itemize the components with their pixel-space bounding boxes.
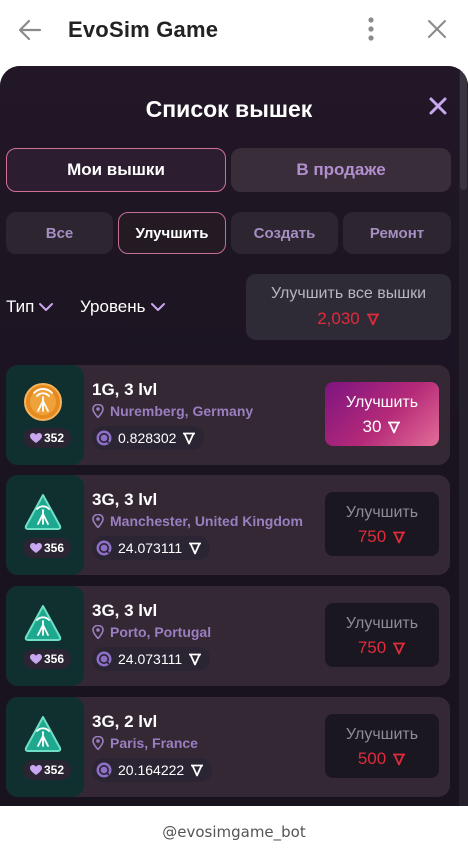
tower-hp-badge: 352 [23, 760, 71, 780]
currency-v-icon [393, 531, 406, 543]
tower-upgrade-button[interactable]: Улучшить 30 [325, 382, 439, 446]
tower-card: 356 3G, 3 lvl Porto, Portugal 24.073111 … [6, 586, 450, 686]
heart-icon [29, 542, 42, 553]
tower-yield: 0.828302 [92, 426, 205, 450]
currency-v-icon [191, 764, 204, 776]
currency-v-icon [189, 542, 202, 554]
filter-upgrade-button[interactable]: Улучшить [118, 212, 226, 254]
modal-title: Список вышек [145, 96, 313, 122]
kebab-menu-icon[interactable] [361, 15, 381, 43]
tower-title: 1G, 3 lvl [92, 380, 158, 399]
tower-icon-box: 356 [6, 586, 84, 686]
tab-on-sale[interactable]: В продаже [231, 148, 451, 192]
chevron-down-icon [39, 303, 54, 311]
currency-v-icon [183, 432, 196, 444]
upgrade-label: Улучшить [345, 726, 419, 743]
arrow-left-icon[interactable] [16, 16, 44, 44]
teal-antenna-icon [24, 716, 62, 752]
teal-antenna-icon [24, 494, 62, 530]
tower-yield: 20.164222 [92, 758, 213, 782]
upgrade-label: Улучшить [345, 394, 419, 411]
tower-upgrade-button[interactable]: Улучшить 750 [325, 603, 439, 667]
coin-icon [96, 540, 112, 556]
heart-icon [29, 764, 42, 775]
upgrade-all-button[interactable]: Улучшить все вышки 2,030 [246, 274, 451, 340]
tower-card: 352 3G, 2 lvl Paris, France 20.164222 Ул… [6, 697, 450, 797]
chevron-down-icon [150, 303, 165, 311]
tower-upgrade-button[interactable]: Улучшить 750 [325, 492, 439, 556]
sort-level-dropdown[interactable]: Уровень [80, 297, 166, 317]
upgrade-label: Улучшить [345, 615, 419, 632]
filter-create-button[interactable]: Создать [231, 212, 338, 254]
tower-hp: 356 [43, 541, 65, 555]
teal-antenna-icon [24, 605, 62, 641]
filter-repair-button[interactable]: Ремонт [343, 212, 451, 254]
tower-title: 3G, 3 lvl [92, 601, 158, 620]
sort-type-label: Тип [6, 297, 35, 316]
tower-location: Manchester, United Kingdom [92, 513, 303, 529]
close-icon[interactable] [424, 16, 450, 42]
tower-location: Porto, Portugal [92, 624, 211, 640]
upgrade-price: 30 [325, 417, 439, 437]
tower-yield: 24.073111 [92, 536, 211, 560]
tower-hp-badge: 356 [23, 649, 71, 669]
tower-hp-badge: 356 [23, 538, 71, 558]
location-pin-icon [92, 514, 104, 528]
orange-antenna-icon [24, 383, 62, 421]
upgrade-label: Улучшить [345, 504, 419, 521]
tower-hp: 352 [43, 431, 65, 445]
tower-card: 352 1G, 3 lvl Nuremberg, Germany 0.82830… [6, 365, 450, 465]
tower-card: 356 3G, 3 lvl Manchester, United Kingdom… [6, 475, 450, 575]
tower-icon-box: 356 [6, 475, 84, 575]
currency-v-icon [189, 653, 202, 665]
sort-level-label: Уровень [80, 297, 146, 316]
location-pin-icon [92, 625, 104, 639]
tower-location: Nuremberg, Germany [92, 403, 253, 419]
tower-location: Paris, France [92, 735, 198, 751]
tab-my-towers[interactable]: Мои вышки [6, 148, 226, 192]
upgrade-all-label: Улучшить все вышки [270, 285, 427, 302]
location-pin-icon [92, 736, 104, 750]
tower-title: 3G, 2 lvl [92, 712, 158, 731]
tower-yield: 24.073111 [92, 647, 211, 671]
footer: @evosimgame_bot [0, 806, 468, 849]
tower-hp: 352 [43, 763, 65, 777]
bot-username: @evosimgame_bot [162, 823, 306, 841]
tower-icon-box: 352 [6, 697, 84, 797]
tower-upgrade-button[interactable]: Улучшить 500 [325, 714, 439, 778]
sort-type-dropdown[interactable]: Тип [6, 297, 54, 317]
scrollbar-thumb[interactable] [460, 70, 467, 190]
tower-hp: 356 [43, 652, 65, 666]
window-titlebar: EvoSim Game [0, 0, 468, 66]
coin-icon [96, 651, 112, 667]
upgrade-all-price: 2,030 [246, 309, 451, 329]
currency-v-icon [366, 313, 379, 325]
coin-icon [96, 762, 112, 778]
location-pin-icon [92, 404, 104, 418]
filter-all-button[interactable]: Все [6, 212, 113, 254]
tower-title: 3G, 3 lvl [92, 490, 158, 509]
upgrade-price: 500 [325, 749, 439, 769]
upgrade-price: 750 [325, 638, 439, 658]
modal-close-icon[interactable] [428, 96, 448, 116]
tower-list-modal: Список вышек Мои вышки В продаже Все Улу… [0, 66, 468, 806]
currency-v-icon [393, 642, 406, 654]
heart-icon [29, 432, 42, 443]
currency-v-icon [393, 753, 406, 765]
app-title: EvoSim Game [68, 17, 219, 42]
tower-icon-box: 352 [6, 365, 84, 465]
heart-icon [29, 653, 42, 664]
upgrade-price: 750 [325, 527, 439, 547]
currency-v-icon [388, 421, 401, 433]
tower-hp-badge: 352 [23, 428, 71, 448]
coin-icon [96, 430, 112, 446]
